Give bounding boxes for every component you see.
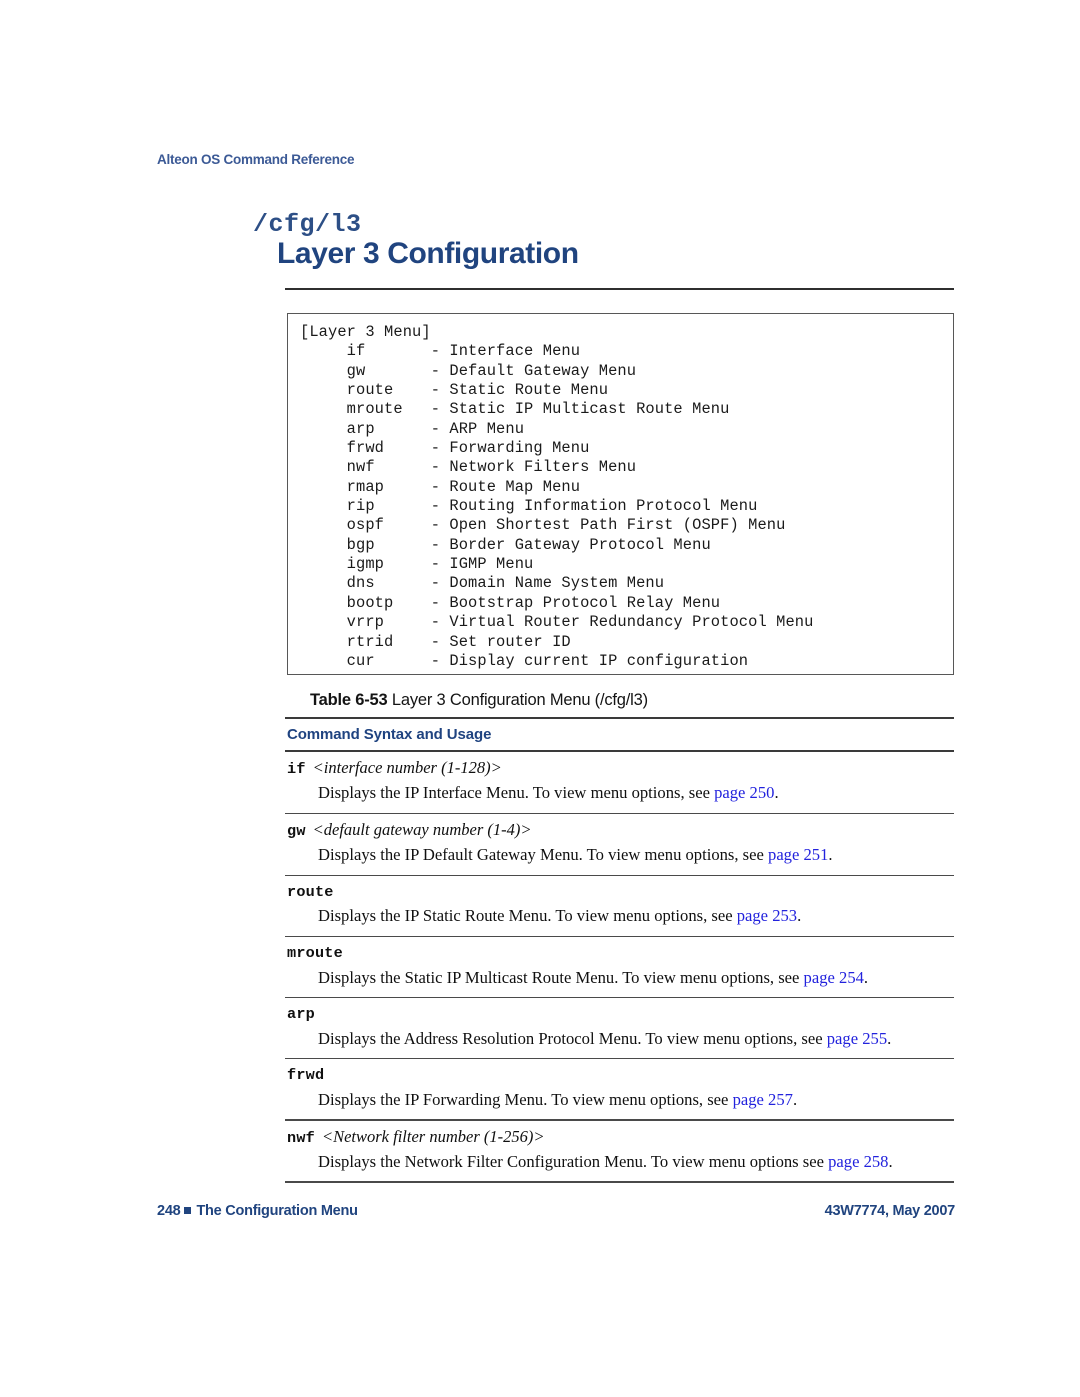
footer-page-number: 248 (157, 1203, 181, 1219)
command-term-line: frwd (285, 1064, 954, 1085)
document-page: Alteon OS Command Reference /cfg/l3 Laye… (0, 0, 1080, 1397)
table-row-rule (285, 1181, 954, 1183)
title-divider-rule (285, 288, 954, 290)
description-text-trailing: . (792, 1089, 798, 1109)
command-parameter: <interface number (1-128)> (312, 758, 502, 777)
table-row: mroute Displays the Static IP Multicast R… (285, 937, 954, 997)
description-text: Displays the Network Filter Configuratio… (318, 1151, 829, 1171)
page-cross-reference-link[interactable]: page 258 (828, 1152, 888, 1171)
description-text-trailing: . (828, 845, 833, 865)
description-text: Displays the IP Static Route Menu. To vi… (318, 906, 737, 926)
command-term: nwf (287, 1128, 315, 1147)
cli-menu-listing: [Layer 3 Menu] if - Interface Menu gw - … (300, 323, 814, 670)
command-description: Displays the Static IP Multicast Route M… (285, 964, 954, 989)
description-text-trailing: . (888, 1151, 893, 1171)
command-syntax-table: Command Syntax and Usage if <interface nu… (285, 717, 954, 1183)
description-text-trailing: . (863, 967, 869, 987)
description-text: Displays the Address Resolution Protocol… (318, 1028, 827, 1048)
command-term-line: if <interface number (1-128)> (285, 757, 954, 779)
cli-menu-box: [Layer 3 Menu] if - Interface Menu gw - … (287, 313, 954, 675)
page-cross-reference-link[interactable]: page 257 (733, 1090, 793, 1109)
table-caption-text: Layer 3 Configuration Menu (/cfg/l3) (391, 691, 648, 709)
command-term-line: arp (285, 1003, 954, 1024)
description-text-trailing: . (797, 906, 802, 926)
table-caption-label: Table 6-53 (310, 691, 388, 709)
description-text: Displays the IP Forwarding Menu. To view… (318, 1089, 733, 1109)
table-caption: Table 6-53 Layer 3 Configuration Menu (/… (310, 691, 648, 710)
command-description: Displays the IP Default Gateway Menu. To… (285, 841, 954, 866)
table-row: nwf <Network filter number (1-256)> Displa… (285, 1121, 954, 1182)
description-text-trailing: . (887, 1028, 892, 1048)
command-term: gw (287, 822, 306, 841)
table-row: arp Displays the Address Resolution Proto… (285, 998, 954, 1058)
command-term-line: route (285, 881, 954, 902)
command-parameter: <default gateway number (1-4)> (312, 820, 532, 840)
page-cross-reference-link[interactable]: page 250 (714, 783, 774, 802)
description-text: Displays the IP Interface Menu. To view … (318, 783, 715, 803)
command-term: mroute (287, 944, 343, 963)
page-footer: 248 The Configuration Menu 43W7774, May 2… (157, 1203, 955, 1219)
command-term: if (287, 760, 306, 778)
page-cross-reference-link[interactable]: page 255 (827, 1029, 887, 1048)
command-term-line: mroute (285, 942, 954, 963)
command-description: Displays the Network Filter Configuratio… (285, 1148, 954, 1173)
command-term: frwd (287, 1066, 325, 1085)
footer-section-name: The Configuration Menu (196, 1203, 358, 1219)
footer-left: 248 The Configuration Menu (157, 1203, 358, 1219)
table-row: gw <default gateway number (1-4)> Displays… (285, 814, 954, 875)
command-term-line: nwf <Network filter number (1-256)> (285, 1126, 954, 1148)
running-header: Alteon OS Command Reference (157, 152, 355, 167)
command-description: Displays the IP Static Route Menu. To vi… (285, 902, 954, 927)
command-term: route (287, 883, 334, 902)
command-description: Displays the Address Resolution Protocol… (285, 1025, 954, 1050)
page-cross-reference-link[interactable]: page 251 (768, 845, 828, 864)
description-text: Displays the IP Default Gateway Menu. To… (318, 845, 769, 865)
table-row: frwd Displays the IP Forwarding Menu. To … (285, 1059, 954, 1119)
description-text: Displays the Static IP Multicast Route M… (318, 967, 804, 987)
description-text-trailing: . (774, 783, 779, 803)
page-cross-reference-link[interactable]: page 253 (737, 906, 797, 925)
square-bullet-icon (184, 1207, 192, 1214)
command-term-line: gw <default gateway number (1-4)> (285, 819, 954, 841)
footer-document-id: 43W7774, May 2007 (824, 1203, 956, 1219)
table-column-header: Command Syntax and Usage (287, 726, 492, 743)
table-row: if <interface number (1-128)> Displays the… (285, 752, 954, 813)
table-rows-container: if <interface number (1-128)> Displays the… (285, 752, 954, 1183)
page-title: Layer 3 Configuration (277, 237, 579, 270)
table-row: route Displays the IP Static Route Menu. … (285, 876, 954, 936)
command-parameter: <Network filter number (1-256)> (321, 1126, 545, 1146)
page-cross-reference-link[interactable]: page 254 (804, 968, 864, 987)
command-description: Displays the IP Interface Menu. To view … (285, 779, 954, 804)
command-path-heading: /cfg/l3 (253, 210, 362, 239)
command-term: arp (287, 1005, 315, 1024)
page-title-block: /cfg/l3 Layer 3 Configuration (253, 212, 955, 270)
command-description: Displays the IP Forwarding Menu. To view… (285, 1086, 954, 1111)
